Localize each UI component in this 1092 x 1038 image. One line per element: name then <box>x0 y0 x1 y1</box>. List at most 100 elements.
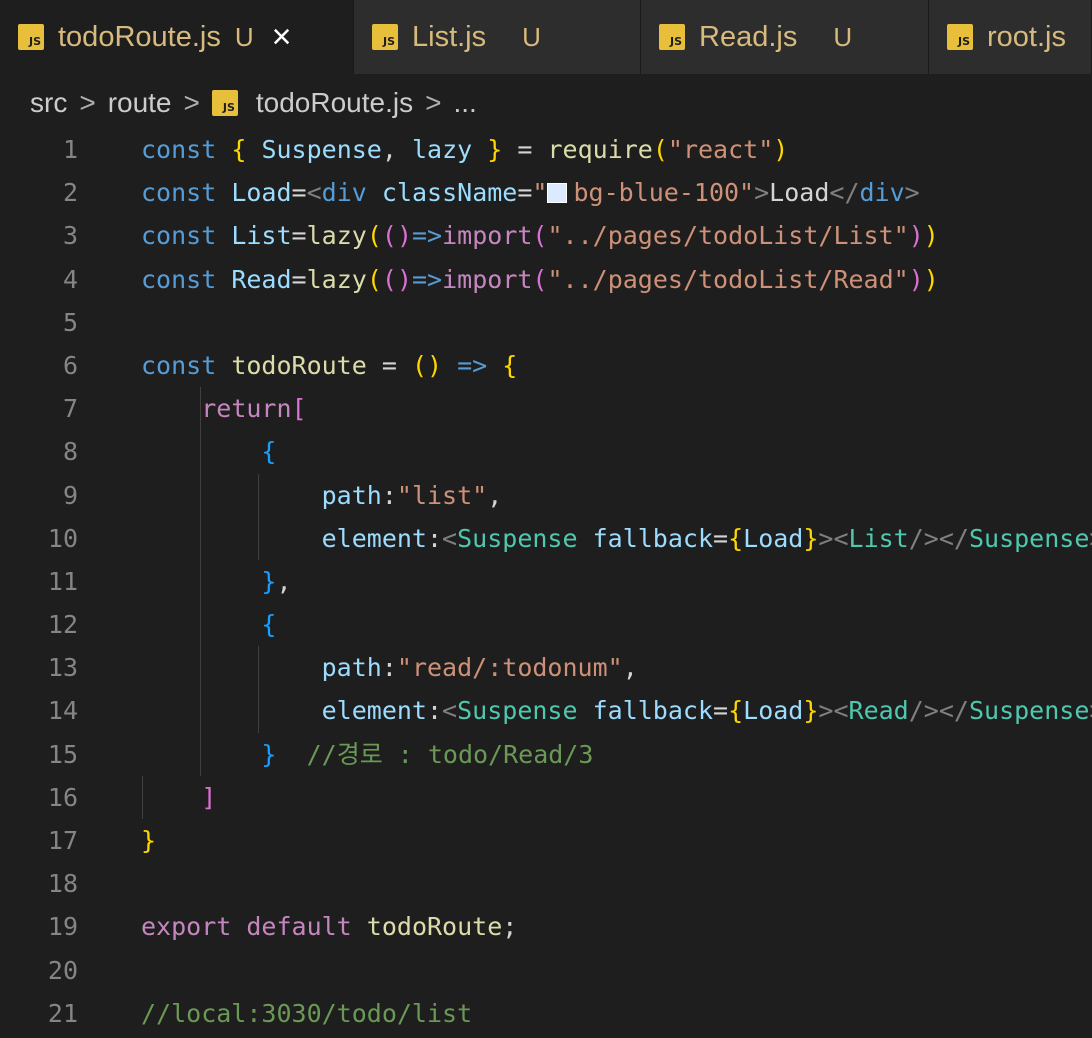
code-token: => <box>412 221 443 251</box>
code-line[interactable]: 3 const List=lazy(()=>import("../pages/to… <box>0 214 1092 257</box>
code-line[interactable]: 16 ] <box>0 775 1092 819</box>
code-token: path <box>321 653 382 683</box>
code-token: } <box>261 566 277 596</box>
code-token: { <box>502 350 518 380</box>
tab-list-js[interactable]: JS List.js U <box>354 0 641 74</box>
code-token: Load <box>743 696 804 726</box>
line-number: 9 <box>62 480 78 510</box>
chevron-right-icon: > <box>183 87 200 118</box>
code-token: , <box>381 135 412 164</box>
code-line[interactable]: 6 const todoRoute = () => { <box>0 344 1092 387</box>
code-line[interactable]: 9 path:"list", <box>0 473 1092 517</box>
code-line[interactable]: 14 element:<Suspense fallback={Load}><Re… <box>0 689 1092 733</box>
code-line[interactable]: 20 <box>0 949 1092 992</box>
code-token: lazy <box>306 221 367 251</box>
code-line[interactable]: 13 path:"read/:todonum", <box>0 646 1092 690</box>
code-token: ] <box>201 782 217 812</box>
tab-label: root.js <box>987 20 1066 53</box>
code-token: = <box>502 135 548 164</box>
breadcrumb-item[interactable]: src <box>30 87 67 119</box>
code-token: = <box>291 178 307 208</box>
breadcrumb: src > route > JS todoRoute.js >... <box>30 82 477 124</box>
code-token: path <box>321 480 382 510</box>
code-token: Suspense <box>457 523 578 553</box>
code-token: [ <box>291 394 307 424</box>
code-token: = <box>366 350 412 380</box>
code-line[interactable]: 7 return[ <box>0 387 1092 431</box>
code-token: } <box>141 826 157 855</box>
code-token: fallback <box>592 696 714 726</box>
tab-todoroute-js[interactable]: JS todoRoute.js U × <box>0 0 354 74</box>
code-line[interactable]: 8 { <box>0 430 1092 474</box>
tab-label: todoRoute.js <box>58 20 221 53</box>
tab-root-js[interactable]: JS root.js <box>929 0 1092 74</box>
line-number: 20 <box>47 955 78 985</box>
js-file-icon: JS <box>659 24 685 50</box>
code-token: </ <box>829 178 860 208</box>
code-token: } <box>487 135 503 164</box>
breadcrumb-item[interactable]: todoRoute.js <box>256 87 413 119</box>
code-token: todoRoute <box>231 350 367 380</box>
code-token: , <box>622 653 638 683</box>
code-line[interactable]: 17} <box>0 819 1092 862</box>
code-token: todoRoute <box>366 912 503 942</box>
code-token: Suspense <box>968 696 1090 726</box>
code-token: const <box>141 350 217 380</box>
code-line[interactable]: 2 const Load=<div className=" bg-blue-100"… <box>0 171 1092 214</box>
breadcrumb-item[interactable]: ... <box>453 87 476 119</box>
code-token: } <box>261 739 277 769</box>
close-icon[interactable]: × <box>272 20 292 54</box>
code-token: //local:3030/todo/list <box>141 998 473 1028</box>
code-token: //경로 : todo/Read/3 <box>306 739 594 769</box>
code-text: element:<Suspense fallback={Load}><List/… <box>141 517 1092 560</box>
line-number: 7 <box>62 394 78 424</box>
code-token: Suspense <box>457 696 578 726</box>
code-line[interactable]: 15 } //경로 : todo/Read/3 <box>0 732 1092 776</box>
code-token: List <box>848 523 909 553</box>
code-token: => <box>457 350 488 380</box>
code-token: () <box>381 264 412 294</box>
color-swatch-icon[interactable] <box>547 183 568 204</box>
tab-read-js[interactable]: JS Read.js U <box>641 0 929 74</box>
code-token: { <box>231 135 247 164</box>
code-token: ( <box>652 135 668 164</box>
code-token: require <box>547 135 653 164</box>
line-number: 15 <box>47 739 78 769</box>
code-line[interactable]: 19 export default todoRoute; <box>0 905 1092 948</box>
code-token: { <box>261 610 277 640</box>
code-token: = <box>713 696 729 726</box>
breadcrumb-item[interactable]: route <box>108 87 172 119</box>
code-token: className <box>381 178 518 208</box>
code-token: : <box>426 523 443 553</box>
code-token: Suspense <box>261 135 382 164</box>
code-text: const Load=<div className=" bg-blue-100">… <box>141 171 920 214</box>
code-token: List <box>231 221 292 251</box>
line-number: 2 <box>62 178 78 208</box>
code-token: { <box>261 437 277 467</box>
js-file-icon: JS <box>372 24 398 50</box>
code-token: => <box>412 264 443 294</box>
code-line[interactable]: 21 //local:3030/todo/list <box>0 992 1092 1035</box>
line-number: 12 <box>47 610 78 640</box>
code-line[interactable]: 12 { <box>0 603 1092 647</box>
code-line[interactable]: 5 <box>0 301 1092 344</box>
code-line[interactable]: 18 <box>0 862 1092 905</box>
code-token: = <box>291 264 307 294</box>
code-token: const <box>141 264 217 294</box>
code-text: //local:3030/todo/list <box>141 992 472 1035</box>
code-token: return <box>201 394 292 424</box>
code-token: < <box>442 696 458 726</box>
code-token: ) <box>908 221 924 251</box>
code-line[interactable]: 11 }, <box>0 559 1092 604</box>
code-token: ; <box>502 912 518 942</box>
code-editor[interactable]: 1 const { Suspense, lazy } = require("rea… <box>0 128 1092 1038</box>
code-line[interactable]: 1 const { Suspense, lazy } = require("rea… <box>0 128 1092 171</box>
code-token: default <box>246 912 352 942</box>
code-line[interactable]: 10 element:<Suspense fallback={Load}><Li… <box>0 516 1092 560</box>
tab-untracked-badge: U <box>522 21 541 52</box>
code-line[interactable]: 4 const Read=lazy(()=>import("../pages/to… <box>0 258 1092 301</box>
